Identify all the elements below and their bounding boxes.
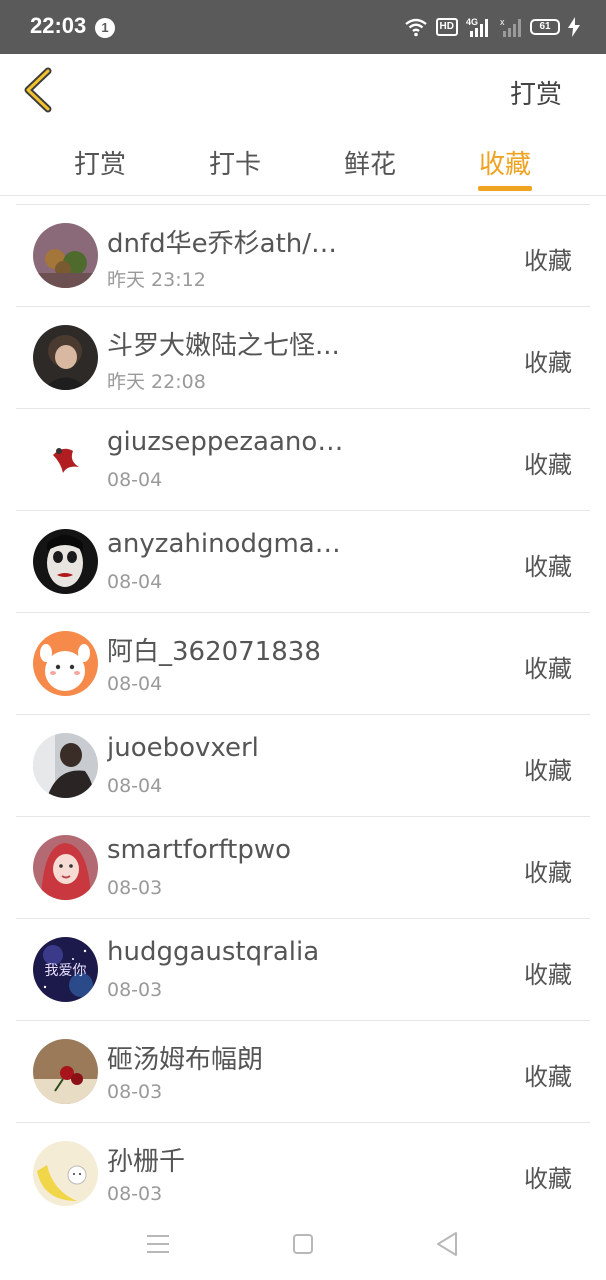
nav-home-button[interactable] — [287, 1228, 319, 1260]
favorites-list[interactable]: dnfd华e乔杉ath/k... 昨天 23:12 收藏 斗罗大嫩陆之七怪...… — [16, 204, 590, 1208]
tab-flowers[interactable]: 鲜花 — [344, 144, 396, 181]
avatar — [33, 631, 98, 696]
nav-back-button[interactable] — [431, 1228, 463, 1260]
status-time: 22:03 — [30, 13, 87, 38]
list-item[interactable]: 斗罗大嫩陆之七怪... 昨天 22:08 收藏 — [16, 307, 590, 409]
timestamp: 08-04 — [107, 469, 163, 491]
hd-icon: HD — [435, 18, 458, 36]
signal-4g-icon: 4G — [466, 17, 488, 37]
action-label: 收藏 — [524, 655, 572, 683]
action-label: 收藏 — [524, 859, 572, 887]
timestamp: 08-03 — [107, 877, 163, 899]
nav-menu-button[interactable] — [142, 1228, 174, 1260]
list-item[interactable]: 砸汤姆布幅朗 08-03 收藏 — [16, 1021, 590, 1123]
list-item[interactable]: juoebovxerl 08-04 收藏 — [16, 715, 590, 817]
svg-text:x: x — [500, 17, 505, 27]
triangle-back-icon — [437, 1232, 457, 1256]
timestamp: 昨天 22:08 — [107, 371, 206, 393]
charging-icon — [568, 17, 580, 37]
user-name: 孙栅千 — [107, 1147, 186, 1177]
chevron-left-icon — [24, 67, 52, 113]
list-item[interactable]: smartforftpwo 08-03 收藏 — [16, 817, 590, 919]
wifi-icon — [404, 18, 427, 37]
timestamp: 08-04 — [107, 775, 163, 797]
action-label: 收藏 — [524, 451, 572, 479]
signal-nosim-icon: x — [500, 17, 521, 37]
avatar — [33, 835, 98, 900]
user-name: 斗罗大嫩陆之七怪... — [107, 331, 340, 361]
timestamp: 08-03 — [107, 1081, 163, 1103]
header: 打赏 — [0, 54, 606, 126]
action-label: 收藏 — [524, 1165, 572, 1193]
timestamp: 08-03 — [107, 979, 163, 1001]
timestamp: 昨天 23:12 — [107, 269, 206, 291]
avatar — [33, 325, 98, 390]
avatar — [33, 1141, 98, 1206]
status-bar: 22:03 1 HD 4G x 61 — [0, 0, 606, 54]
user-name: hudggaustqralia — [107, 937, 320, 967]
system-nav-bar — [0, 1208, 606, 1280]
action-label: 收藏 — [524, 247, 572, 275]
action-label: 收藏 — [524, 349, 572, 377]
tab-checkin[interactable]: 打卡 — [209, 144, 261, 181]
avatar-text: 我爱你 — [45, 963, 87, 979]
action-label: 收藏 — [524, 961, 572, 989]
tab-bar: 打赏 打卡 鲜花 收藏 — [0, 130, 606, 196]
battery-icon: 61 — [530, 19, 560, 35]
list-item[interactable]: 我爱你 hudggaustqralia 08-03 收藏 — [16, 919, 590, 1021]
timestamp: 08-04 — [107, 673, 163, 695]
back-button[interactable] — [18, 66, 62, 114]
user-name: 砸汤姆布幅朗 — [107, 1045, 264, 1075]
action-label: 收藏 — [524, 1063, 572, 1091]
avatar — [33, 529, 98, 594]
avatar — [33, 223, 98, 288]
list-item[interactable]: 孙栅千 08-03 收藏 — [16, 1123, 590, 1208]
user-name: smartforftpwo — [107, 835, 292, 865]
header-reward-button[interactable]: 打赏 — [510, 74, 562, 111]
status-icons: HD 4G x 61 — [404, 14, 580, 40]
user-name: anyzahinodgmarc... — [107, 529, 347, 559]
user-name: juoebovxerl — [107, 733, 259, 763]
active-tab-indicator — [478, 186, 532, 191]
square-home-icon — [293, 1234, 313, 1254]
user-name: dnfd华e乔杉ath/k... — [107, 229, 347, 259]
avatar — [33, 1039, 98, 1104]
avatar — [33, 733, 98, 798]
tab-favorites[interactable]: 收藏 — [479, 144, 531, 181]
list-item[interactable]: 阿白_362071838 08-04 收藏 — [16, 613, 590, 715]
menu-icon — [147, 1235, 169, 1253]
tab-reward[interactable]: 打赏 — [74, 144, 126, 181]
list-item[interactable]: dnfd华e乔杉ath/k... 昨天 23:12 收藏 — [16, 205, 590, 307]
user-name: 阿白_362071838 — [107, 637, 321, 667]
action-label: 收藏 — [524, 553, 572, 581]
avatar: 我爱你 — [33, 937, 98, 1002]
notification-count-badge: 1 — [95, 18, 115, 38]
timestamp: 08-04 — [107, 571, 163, 593]
list-item[interactable]: giuzseppezaanotx... 08-04 收藏 — [16, 409, 590, 511]
action-label: 收藏 — [524, 757, 572, 785]
user-name: giuzseppezaanotx... — [107, 427, 347, 457]
list-item[interactable]: anyzahinodgmarc... 08-04 收藏 — [16, 511, 590, 613]
timestamp: 08-03 — [107, 1183, 163, 1205]
avatar — [33, 427, 98, 492]
svg-text:4G: 4G — [466, 17, 478, 27]
